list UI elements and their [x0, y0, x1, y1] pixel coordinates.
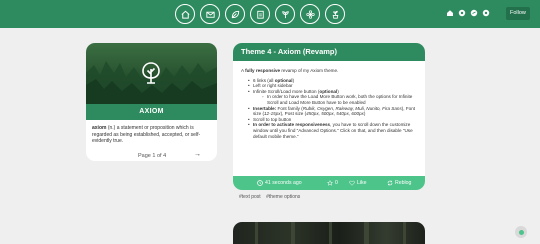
like-label: Like	[357, 180, 367, 186]
home-icon	[181, 10, 189, 19]
clipboard-icon	[256, 10, 264, 19]
nav-plant-link[interactable]	[325, 4, 345, 24]
post-footer: 41 seconds ago 0 Like Reblog	[233, 176, 425, 190]
nav-sprout-link[interactable]	[275, 4, 295, 24]
list-item: Infinite Scroll/Load more button (option…	[248, 88, 419, 106]
next-page-arrow[interactable]: →	[194, 151, 201, 158]
leaf-icon	[231, 10, 239, 18]
sidebar-header-image	[86, 43, 217, 104]
nav-icon-group	[175, 4, 345, 24]
tumblr-home-button[interactable]	[446, 9, 454, 17]
tumblr-dashboard-button[interactable]	[458, 9, 466, 17]
reblog-button[interactable]: Reblog	[387, 176, 411, 190]
scroll-end: )	[337, 88, 339, 94]
nav-leaf-link[interactable]	[225, 4, 245, 24]
tag-link[interactable]: #text post	[239, 194, 261, 200]
intro-bold: fully responsive	[245, 68, 281, 73]
notes-count[interactable]: 0	[327, 176, 338, 190]
post-title[interactable]: Theme 4 - Axiom (Revamp)	[233, 43, 425, 61]
reblog-icon	[387, 180, 393, 186]
notes-text: 0	[335, 180, 338, 186]
links-text: 6 links (all	[253, 77, 275, 83]
reblog-label: Reblog	[395, 180, 412, 186]
description-term: axiom	[92, 125, 107, 131]
sidebar-card: AXIOM axiom (n.) a statement or proposit…	[86, 43, 217, 161]
post-card: Theme 4 - Axiom (Revamp) A fully respons…	[233, 43, 425, 190]
description-text: (n.) a statement or proposition which is…	[92, 125, 201, 144]
follow-button[interactable]: Follow	[506, 7, 530, 20]
list-item: In order to have the Load More Button wo…	[262, 94, 419, 105]
scroll-to-top-button[interactable]	[515, 226, 527, 238]
mail-icon	[205, 11, 215, 18]
nav-flower-link[interactable]	[300, 4, 320, 24]
insertable-end: )	[363, 111, 366, 117]
share-icon	[470, 9, 478, 17]
page-indicator: Page 1 of 4	[138, 153, 167, 159]
scroll-text: Infinite Scroll/Load more button (	[253, 88, 320, 94]
scroll-optional: optional	[319, 88, 338, 94]
tumblr-share-button[interactable]	[470, 9, 478, 17]
tumblr-controls	[446, 9, 490, 17]
intro-post: revamp of my Axiom theme.	[280, 68, 339, 73]
post-intro: A fully responsive revamp of my Axiom th…	[241, 68, 419, 74]
list-item: In order to activate responsiveness, you…	[248, 122, 419, 139]
sprout-icon	[281, 10, 289, 18]
home-icon	[447, 10, 453, 16]
post-timestamp[interactable]: 41 seconds ago	[257, 176, 302, 190]
sidebar-description: axiom (n.) a statement or proposition wh…	[92, 125, 211, 145]
feature-list: 6 links (all optional) Left or right sid…	[241, 78, 419, 140]
heart-icon	[349, 180, 355, 186]
insertable-text: Font family (	[276, 105, 303, 111]
list-item: Insertable: Font family (Rubik, Oxygen, …	[248, 105, 419, 117]
tumblr-settings-button[interactable]	[482, 9, 490, 17]
pagination: Page 1 of 4 →	[86, 151, 217, 161]
sub-list: In order to have the Load More Button wo…	[253, 94, 419, 105]
scroll-top-icon	[518, 229, 524, 235]
star-icon	[327, 180, 333, 186]
nav-clipboard-link[interactable]	[250, 4, 270, 24]
tree-logo-icon	[142, 62, 160, 84]
links-end: )	[292, 77, 295, 83]
font-sizes: 12-15px	[263, 111, 281, 117]
post-tags: #text post #theme options	[239, 194, 304, 200]
post-sizes: 450px, 500px, 540px, 600px	[306, 111, 364, 117]
tag-link[interactable]: #theme options	[266, 194, 300, 200]
gear-icon	[482, 9, 490, 17]
dashboard-icon	[458, 9, 466, 17]
flower-icon	[305, 9, 315, 19]
sidebar-title: AXIOM	[86, 104, 217, 120]
insertable-mid2: ), Post size (	[280, 111, 307, 117]
font-list: Rubik, Oxygen, Raleway, Muli, Nunito, Fi…	[302, 105, 402, 111]
clock-icon	[257, 180, 263, 186]
responsive-label: In order to activate responsiveness	[253, 122, 331, 128]
post-body: A fully responsive revamp of my Axiom th…	[241, 68, 419, 139]
links-optional: optional	[274, 77, 293, 83]
timestamp-text: 41 seconds ago	[265, 180, 302, 186]
nav-mail-link[interactable]	[200, 4, 220, 24]
like-button[interactable]: Like	[349, 176, 367, 190]
insertable-label: Insertable:	[253, 105, 277, 111]
top-nav-bar: Follow	[0, 0, 540, 28]
next-post-image	[233, 222, 425, 244]
potted-plant-icon	[332, 10, 338, 19]
nav-home-link[interactable]	[175, 4, 195, 24]
